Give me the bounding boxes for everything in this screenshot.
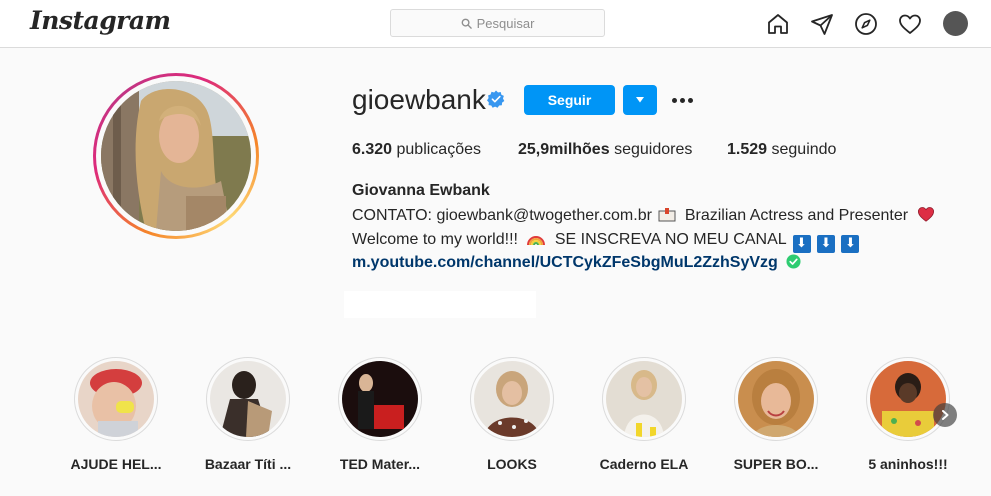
highlights-next-button[interactable]	[933, 403, 957, 427]
down-arrow-icon: ⬇	[841, 235, 860, 253]
highlight-cover	[870, 361, 946, 437]
down-arrow-icon: ⬇	[816, 235, 835, 253]
bio-external-link[interactable]: m.youtube.com/channel/UCTCykZFeSbgMuL2Zz…	[352, 254, 801, 272]
check-mark-icon	[786, 254, 801, 269]
dot-icon	[671, 97, 677, 103]
top-navigation-bar: Instagram Pesquisar	[0, 0, 991, 48]
verified-badge-icon	[487, 90, 505, 108]
bio-contact-text: CONTATO: gioewbank@twogether.com.br	[352, 207, 652, 224]
stat-posts-count: 6.320	[352, 141, 393, 158]
chevron-down-icon	[636, 97, 644, 103]
blank-area	[344, 291, 536, 318]
highlight-label: AJUDE HEL...	[70, 456, 162, 472]
highlight-label: SUPER BO...	[733, 456, 819, 472]
highlight-label: 5 aninhos!!!	[868, 456, 948, 472]
story-highlight[interactable]: 5 aninhos!!!	[866, 357, 950, 472]
stat-followers-label: seguidores	[614, 141, 693, 158]
bio-line: Welcome to my world!!! SE INSCREVA NO ME…	[352, 230, 860, 253]
profile-username: gioewbank	[352, 84, 486, 115]
bio-line: CONTATO: gioewbank@twogether.com.br Braz…	[352, 206, 935, 225]
dot-icon	[679, 97, 685, 103]
highlight-cover	[474, 361, 550, 437]
highlight-label: LOOKS	[487, 456, 537, 472]
explore-icon[interactable]	[853, 11, 879, 37]
highlight-cover	[738, 361, 814, 437]
highlight-cover	[78, 361, 154, 437]
dot-icon	[687, 97, 693, 103]
package-icon	[658, 208, 676, 222]
highlight-cover	[606, 361, 682, 437]
suggested-accounts-dropdown-button[interactable]	[623, 85, 657, 115]
stat-following-count: 1.529	[727, 141, 768, 158]
more-options-button[interactable]	[668, 90, 696, 110]
highlight-label: Caderno ELA	[599, 456, 689, 472]
red-heart-icon	[917, 207, 934, 222]
follow-button[interactable]: Seguir	[524, 85, 615, 115]
story-highlight[interactable]: Bazaar Títi ...	[205, 357, 291, 472]
story-highlight[interactable]: Caderno ELA	[600, 357, 688, 472]
story-highlight[interactable]: TED Mater...	[338, 357, 422, 472]
bio-link-text[interactable]: m.youtube.com/channel/UCTCykZFeSbgMuL2Zz…	[352, 254, 778, 271]
story-highlight[interactable]: SUPER BO...	[734, 357, 818, 472]
stat-followers[interactable]: 25,9milhões seguidores	[518, 141, 692, 159]
profile-avatar[interactable]	[943, 11, 968, 36]
highlight-cover	[342, 361, 418, 437]
instagram-logo[interactable]: Instagram	[30, 6, 171, 35]
profile-full-name: Giovanna Ewbank	[352, 182, 490, 199]
highlight-label: Bazaar Títi ...	[204, 456, 292, 472]
direct-icon[interactable]	[809, 11, 835, 37]
stat-posts-label: publicações	[396, 141, 482, 158]
stat-following[interactable]: 1.529 seguindo	[727, 141, 836, 159]
activity-heart-icon[interactable]	[897, 11, 923, 37]
bio-welcome-text: Welcome to my world!!!	[352, 231, 518, 248]
story-highlight[interactable]: AJUDE HEL...	[70, 357, 162, 472]
stat-posts: 6.320 publicações	[352, 141, 481, 159]
story-highlight[interactable]: LOOKS	[470, 357, 554, 472]
rainbow-icon	[527, 236, 546, 246]
highlight-label: TED Mater...	[339, 456, 421, 472]
stat-followers-count: 25,9milhões	[518, 141, 610, 158]
down-arrow-icon: ⬇	[792, 235, 811, 253]
bio-description-text: Brazilian Actress and Presenter	[684, 207, 909, 224]
search-input[interactable]: Pesquisar	[390, 9, 605, 37]
search-icon	[461, 18, 472, 29]
chevron-right-icon	[942, 410, 949, 420]
bio-subscribe-text: SE INSCREVA NO MEU CANAL	[554, 231, 787, 248]
stat-following-label: seguindo	[771, 141, 837, 158]
profile-picture	[101, 81, 251, 231]
profile-picture-story-ring[interactable]	[93, 73, 259, 239]
highlight-cover	[210, 361, 286, 437]
search-placeholder: Pesquisar	[476, 15, 535, 31]
home-icon[interactable]	[765, 11, 791, 37]
